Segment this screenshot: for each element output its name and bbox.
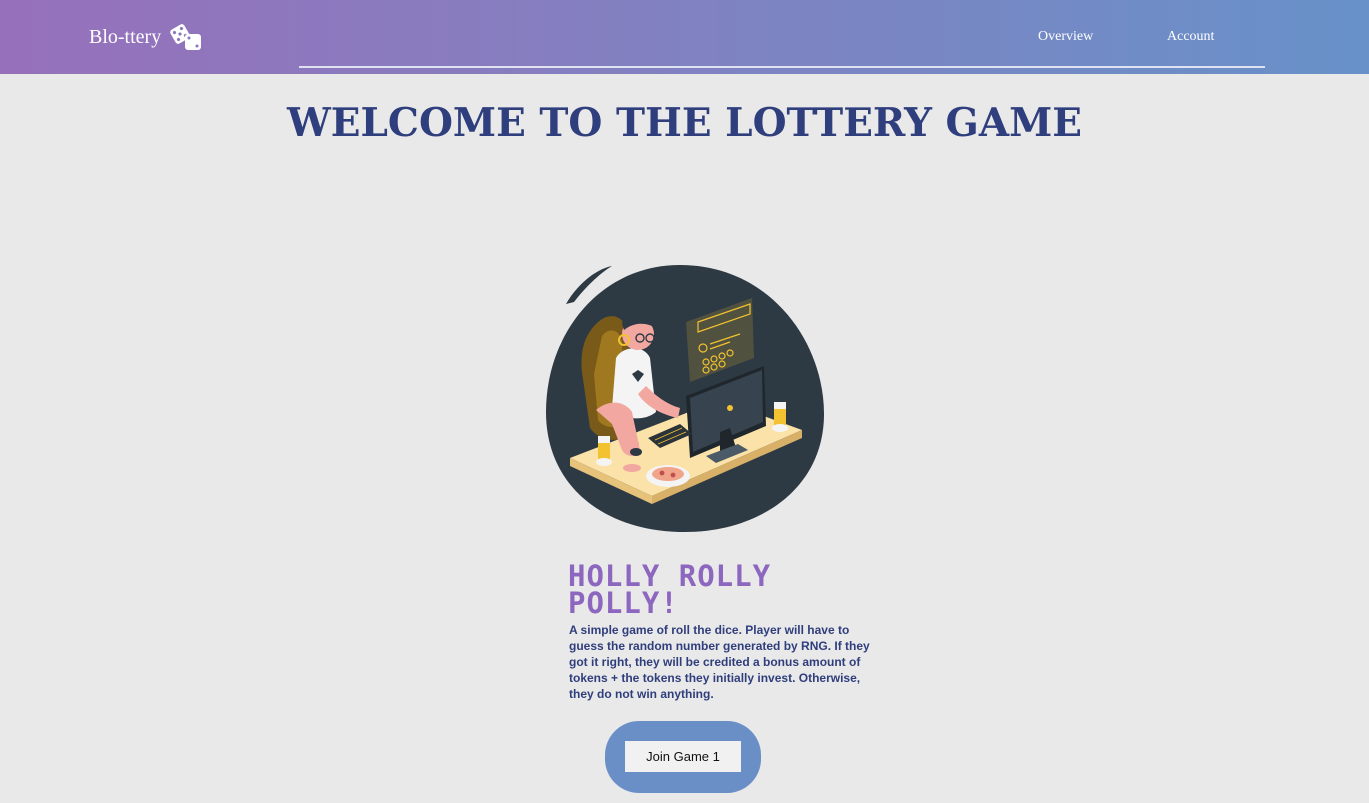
nav-divider [299, 66, 1265, 68]
join-game-button[interactable]: Join Game 1 [625, 741, 741, 772]
dice-icon [170, 24, 202, 50]
gamer-illustration [546, 265, 824, 532]
join-game-card: Join Game 1 [605, 721, 761, 793]
nav-link-account[interactable]: Account [1167, 29, 1214, 45]
brand-name: Blo-ttery [89, 25, 162, 48]
top-navbar: Blo-ttery Overview Account [0, 0, 1369, 74]
game-title: HOLLY ROLLY POLLY! [568, 559, 772, 620]
page-title: WELCOME TO THE LOTTERY GAME [286, 100, 1083, 146]
game-description: A simple game of roll the dice. Player w… [569, 623, 870, 701]
nav-link-overview[interactable]: Overview [1038, 29, 1093, 45]
brand-logo[interactable]: Blo-ttery [89, 22, 203, 52]
